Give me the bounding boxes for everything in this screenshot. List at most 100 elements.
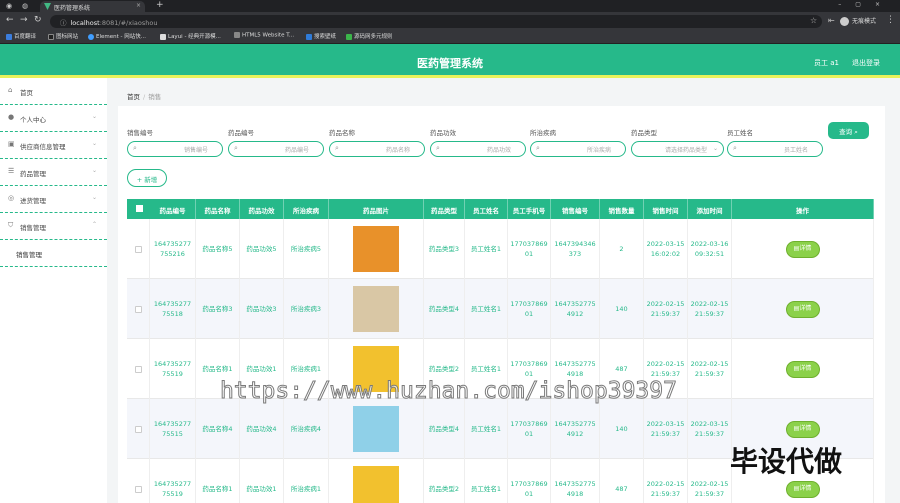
incognito-badge[interactable]: 无痕模式 <box>840 16 876 26</box>
column-header[interactable]: 员工姓名 <box>465 199 508 219</box>
table-row[interactable]: 164735277755216 药品名称5 药品功效5 所治疾病5 药品类型3 员工姓名1… <box>127 219 874 279</box>
disease-input[interactable]: ⌕ 所治疾病 <box>530 141 626 157</box>
column-header[interactable]: 药品功效 <box>240 199 284 219</box>
bookmark-icon <box>6 33 12 40</box>
column-header[interactable]: 所治疾病 <box>284 199 329 219</box>
row-checkbox-cell <box>127 399 150 459</box>
star-icon[interactable]: ☆ <box>810 16 817 25</box>
bookmark-2[interactable]: Element - 网站快... <box>88 32 146 40</box>
sidebar-item-medicine[interactable]: ☰ 药品管理 ⌄ <box>0 159 107 186</box>
sidebar-item-profile[interactable]: ● 个人中心 ⌄ <box>0 105 107 132</box>
row-checkbox-cell <box>127 279 150 339</box>
sidebar-item-supplier[interactable]: ▣ 供应商信息管理 ⌄ <box>0 132 107 159</box>
back-icon[interactable]: ← <box>6 15 14 25</box>
extension-icon[interactable]: ⇤ <box>828 16 835 25</box>
detail-button[interactable]: ▤ 详情 <box>785 240 820 258</box>
column-header[interactable]: 添加时间 <box>688 199 732 219</box>
cell-add_time: 2022-03-15 21:59:37 <box>688 399 732 459</box>
row-checkbox[interactable] <box>134 485 142 493</box>
detail-button[interactable]: ▤ 详情 <box>785 360 820 378</box>
window-controls[interactable]: –▢× <box>838 1 894 8</box>
sidebar-item-purchase[interactable]: ◎ 进货管理 ⌄ <box>0 186 107 213</box>
cell-qty: 140 <box>600 279 644 339</box>
effect-input[interactable]: ⌕ 药品功效 <box>430 141 526 157</box>
row-checkbox[interactable] <box>134 425 142 433</box>
column-header[interactable]: 销售数量 <box>600 199 644 219</box>
breadcrumb-home[interactable]: 首页 <box>127 93 140 101</box>
search-icon: ⌕ <box>436 144 440 152</box>
search-label-sale-code: 销售编号 <box>127 129 153 137</box>
browser-tab[interactable]: 医药管理系统 × <box>40 1 145 12</box>
bookmark-6[interactable]: 源码网多元规则 <box>346 32 393 40</box>
bookmark-label: Layui - 经典开源模... <box>168 34 221 40</box>
column-header[interactable]: 销售编号 <box>551 199 600 219</box>
sidebar-subitem-sales[interactable]: 销售管理 <box>0 240 107 267</box>
medicine-name-input[interactable]: ⌕ 药品名称 <box>329 141 425 157</box>
row-checkbox[interactable] <box>134 365 142 373</box>
column-header[interactable]: 销售时间 <box>644 199 688 219</box>
browser-tab-list-icon[interactable]: ◍ <box>22 2 28 10</box>
cell-disease: 所治疾病4 <box>284 399 329 459</box>
detail-label: 详情 <box>799 305 812 312</box>
bookmark-label: 图标网站 <box>56 34 79 40</box>
address-bar[interactable]: ⓘ localhost:8081/#/xiaoshou <box>50 15 822 28</box>
add-button[interactable]: + 新增 <box>127 169 167 187</box>
cell-sale: 16473527754918 <box>551 459 600 503</box>
row-checkbox[interactable] <box>134 305 142 313</box>
select-all-checkbox[interactable] <box>136 205 143 212</box>
cell-effect: 药品功效5 <box>240 219 284 279</box>
column-header[interactable]: 药品编号 <box>150 199 196 219</box>
search-button-label: 查询 <box>839 128 853 136</box>
cell-sale_time: 2022-02-15 21:59:37 <box>644 459 688 503</box>
employee-input[interactable]: ⌕ 员工姓名 <box>727 141 823 157</box>
sidebar-item-label: 个人中心 <box>20 116 46 124</box>
bookmark-1[interactable]: 图标网站 <box>48 32 78 40</box>
cell-emp: 员工姓名1 <box>465 279 508 339</box>
cell-code: 16473527775519 <box>150 339 196 399</box>
bookmark-5[interactable]: 搜索壁纸 <box>306 32 336 40</box>
bookmark-label: HTML5 Website T... <box>242 32 295 39</box>
table-row[interactable]: 16473527775518 药品名称3 药品功效3 所治疾病3 药品类型4 员工姓名1 1… <box>127 279 874 339</box>
search-icon: ⌕ <box>854 128 858 136</box>
watermark: https://www.huzhan.com/ishop39397 <box>220 378 678 405</box>
search-button[interactable]: 查询 ⌕ <box>828 122 869 139</box>
cell-phone: 17703786901 <box>508 279 551 339</box>
detail-button[interactable]: ▤ 详情 <box>785 420 820 438</box>
medicine-code-input[interactable]: ⌕ 药品编号 <box>228 141 324 157</box>
row-checkbox[interactable] <box>134 245 142 253</box>
sale-code-input[interactable]: ⌕ 销售编号 <box>127 141 223 157</box>
logout-link[interactable]: 退出登录 <box>852 58 880 68</box>
sidebar-subitem-label: 销售管理 <box>16 251 42 259</box>
search-icon: ⌕ <box>234 144 238 152</box>
forward-icon[interactable]: → <box>20 15 28 25</box>
reload-icon[interactable]: ↻ <box>34 15 42 25</box>
new-tab-icon[interactable]: + <box>156 0 164 10</box>
browser-menu-dots-icon[interactable]: ⋮ <box>886 15 895 25</box>
cell-type: 药品类型4 <box>424 279 465 339</box>
bookmark-4[interactable]: HTML5 Website T... <box>234 32 294 39</box>
browser-menu-icon[interactable]: ◉ <box>6 2 12 10</box>
column-header[interactable]: 操作 <box>732 199 874 219</box>
cell-sale: 16473527754912 <box>551 279 600 339</box>
close-tab-icon[interactable]: × <box>136 2 141 9</box>
bookmark-0[interactable]: 百度翻译 <box>6 32 36 40</box>
action-cell: ▤ 详情 <box>732 219 874 279</box>
column-header[interactable]: 药品类型 <box>424 199 465 219</box>
medicine-image <box>353 226 399 272</box>
column-header[interactable]: 药品名称 <box>196 199 240 219</box>
cell-phone: 17703786901 <box>508 399 551 459</box>
cell-sale_time: 2022-03-15 16:02:02 <box>644 219 688 279</box>
bookmark-3[interactable]: Layui - 经典开源模... <box>160 32 221 40</box>
cell-disease: 所治疾病5 <box>284 219 329 279</box>
chevron-down-icon: ⌄ <box>92 194 98 201</box>
sidebar-item-sales[interactable]: ⛉ 销售管理 ⌃ <box>0 213 107 240</box>
sidebar-item-home[interactable]: ⌂ 首页 <box>0 78 107 105</box>
bookmark-icon <box>88 33 94 40</box>
type-select[interactable]: 请选择药品类型 ⌄ <box>631 141 724 157</box>
column-header[interactable]: 员工手机号 <box>508 199 551 219</box>
column-header[interactable]: 药品图片 <box>329 199 424 219</box>
detail-button[interactable]: ▤ 详情 <box>785 480 820 498</box>
detail-button[interactable]: ▤ 详情 <box>785 300 820 318</box>
cell-effect: 药品功效4 <box>240 399 284 459</box>
breadcrumb-current: 销售 <box>148 93 162 101</box>
